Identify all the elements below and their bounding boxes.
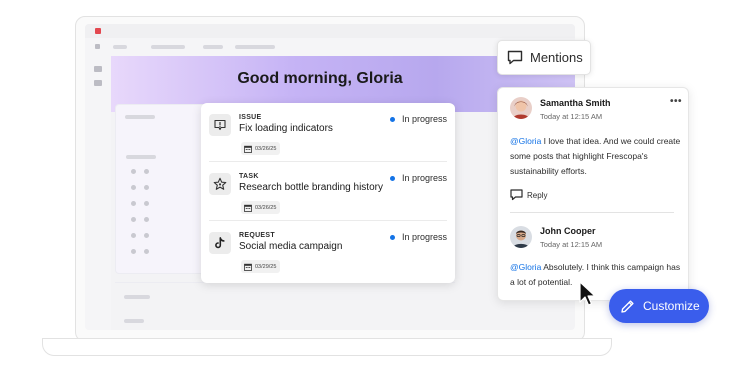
due-date-chip: 03/29/25	[241, 260, 281, 273]
mentions-label: Mentions	[530, 50, 583, 65]
status-indicator: In progress	[390, 232, 447, 242]
divider	[510, 212, 674, 213]
row-icon	[144, 233, 149, 238]
mention-link[interactable]: @Gloria	[510, 136, 541, 146]
work-item[interactable]: REQUEST Social media campaign 03/29/25 I…	[201, 221, 455, 280]
row-icon	[144, 201, 149, 206]
work-item-title: Social media campaign	[239, 241, 343, 252]
work-item-title: Research bottle branding history	[239, 182, 383, 193]
app-titlebar	[85, 24, 575, 38]
avatar	[510, 97, 532, 119]
calendar-icon	[244, 263, 252, 271]
work-item-title: Fix loading indicators	[239, 123, 333, 134]
status-indicator: In progress	[390, 173, 447, 183]
work-items-card: ISSUE Fix loading indicators 03/26/25 In…	[201, 103, 455, 283]
mentions-button[interactable]: Mentions	[497, 40, 591, 75]
status-text: In progress	[402, 173, 448, 183]
calendar-icon	[244, 145, 252, 153]
comment-time: Today at 12:15 AM	[540, 240, 603, 249]
alert-icon	[209, 114, 231, 136]
menu-item	[151, 45, 185, 49]
status-text: In progress	[402, 232, 448, 242]
row-icon	[144, 217, 149, 222]
row-icon	[131, 249, 136, 254]
mention-link[interactable]: @Gloria	[510, 262, 541, 272]
star-icon	[209, 173, 231, 195]
menu-item	[203, 45, 223, 49]
mouse-pointer-icon	[579, 281, 596, 306]
calendar-icon	[244, 204, 252, 212]
pencil-icon	[621, 299, 634, 313]
row-icon	[131, 217, 136, 222]
comment-time: Today at 12:15 AM	[540, 112, 603, 121]
row-icon	[144, 249, 149, 254]
panel-title	[124, 295, 150, 299]
panel-title	[125, 115, 155, 119]
due-date: 03/29/25	[255, 263, 277, 270]
comment-icon	[507, 50, 523, 65]
due-date-chip: 03/26/25	[241, 142, 281, 155]
comment-author: John Cooper	[540, 226, 596, 236]
filter-chip	[124, 319, 144, 323]
app-left-rail	[85, 56, 111, 330]
status-dot-icon	[390, 234, 395, 240]
due-date: 03/26/25	[255, 145, 277, 152]
menu-item	[235, 45, 275, 49]
avatar	[510, 226, 532, 248]
app-logo	[95, 28, 101, 34]
menu-item	[113, 45, 127, 49]
laptop-base	[42, 338, 612, 356]
status-dot-icon	[390, 175, 395, 181]
work-item[interactable]: ISSUE Fix loading indicators 03/26/25 In…	[201, 103, 455, 162]
row-icon	[144, 169, 149, 174]
work-item[interactable]: TASK Research bottle branding history 03…	[201, 162, 455, 221]
reply-button[interactable]: Reply	[510, 189, 547, 201]
tiktok-icon	[209, 232, 231, 254]
column-header	[126, 155, 156, 159]
status-text: In progress	[402, 114, 448, 124]
customize-label: Customize	[643, 299, 700, 313]
row-icon	[131, 201, 136, 206]
row-icon	[131, 169, 136, 174]
reply-label: Reply	[527, 190, 548, 200]
comments-panel: Samantha Smith Today at 12:15 AM ••• @Gl…	[497, 87, 689, 301]
status-dot-icon	[390, 116, 395, 122]
work-item-type: REQUEST	[239, 232, 275, 239]
comment-text: @Gloria I love that idea. And we could c…	[510, 134, 682, 179]
more-options-icon[interactable]: •••	[670, 96, 682, 107]
menu-icon	[95, 44, 100, 49]
my-tasks-panel	[115, 282, 455, 330]
comment-author: Samantha Smith	[540, 98, 611, 108]
work-item-type: ISSUE	[239, 114, 262, 121]
work-item-type: TASK	[239, 173, 259, 180]
due-date-chip: 03/26/25	[241, 201, 281, 214]
row-icon	[131, 233, 136, 238]
customize-button[interactable]: Customize	[609, 289, 709, 323]
status-indicator: In progress	[390, 114, 447, 124]
row-icon	[144, 185, 149, 190]
due-date: 03/26/25	[255, 204, 277, 211]
row-icon	[131, 185, 136, 190]
comment-icon	[510, 189, 523, 201]
